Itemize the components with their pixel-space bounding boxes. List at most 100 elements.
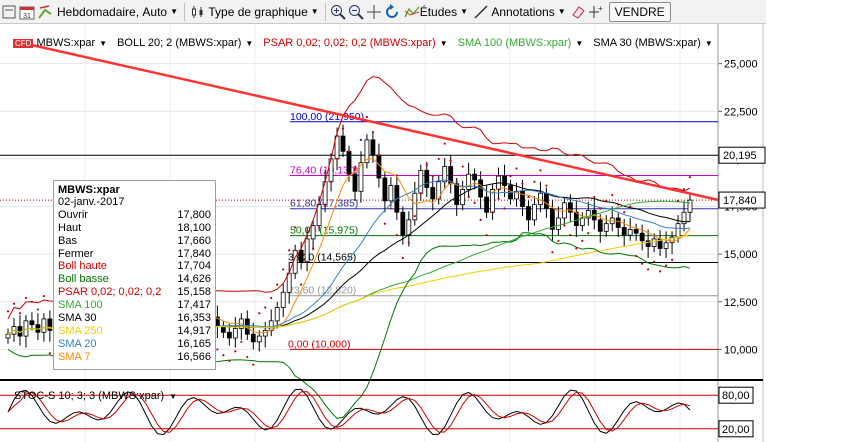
psar-dot: [467, 195, 470, 199]
candle: [298, 249, 304, 263]
chevron-down-icon: ▼: [575, 38, 584, 48]
psar-dot: [335, 157, 339, 161]
candle: [220, 326, 226, 333]
sma30-label: SMA 30 (MBWS:xpar): [593, 37, 701, 49]
candle: [262, 329, 268, 337]
psar-dot: [323, 203, 327, 206]
tooltip-row-label: PSAR 0,02; 0,02; 0,2: [58, 286, 162, 299]
psar-dot: [270, 296, 273, 300]
chart-type-label: Type de graphique: [208, 4, 308, 19]
candle: [651, 238, 657, 247]
tooltip-row-value: 17,704: [177, 260, 211, 273]
svg-text:+: +: [598, 4, 603, 13]
psar-legend-item[interactable]: PSAR 0,02; 0,02; 0,2 (MBWS:xpar) ▼: [263, 37, 447, 49]
psar-dot: [605, 199, 608, 202]
symbol-legend-item[interactable]: CFD MBWS:xpar ▼: [0, 37, 107, 49]
tooltip-row-value: 16,566: [177, 350, 211, 363]
candle: [274, 307, 280, 322]
candle: [615, 217, 621, 228]
psar-dot: [647, 268, 650, 271]
candle: [466, 173, 472, 190]
candle: [388, 185, 394, 202]
candle: [232, 328, 238, 339]
stochastic-label: STOC-S 10; 3; 3 (MBWS:xpar): [14, 390, 165, 402]
chevron-down-icon: ▼: [460, 7, 468, 16]
psar-dot: [42, 294, 45, 298]
tooltip-row: SMA 20 16,165: [58, 338, 211, 351]
psar-dot: [581, 239, 584, 242]
psar-dot: [252, 363, 255, 366]
stoch-badge-label: 80,00: [722, 390, 750, 402]
psar-dot: [515, 167, 518, 170]
psar-dot: [479, 218, 482, 221]
boll-legend-item[interactable]: BOLL 20; 2 (MBWS:xpar) ▼: [117, 37, 253, 49]
psar-label: PSAR 0,02; 0,02; 0,2 (MBWS:xpar): [263, 37, 436, 49]
chevron-down-icon: ▼: [310, 7, 319, 16]
crosshair-icon[interactable]: [365, 2, 383, 22]
psar-dot: [587, 232, 590, 235]
candle: [280, 291, 286, 308]
annotations-dropdown[interactable]: Annotations ▼: [471, 1, 569, 23]
tooltip-row: Ouvrir 17,800: [58, 209, 211, 222]
tooltip-row-label: SMA 30: [58, 312, 97, 325]
chart-type-dropdown[interactable]: Type de graphique ▼: [188, 1, 322, 23]
psar-dot: [635, 254, 638, 258]
candle: [627, 229, 633, 236]
candle: [544, 192, 549, 209]
tooltip-row: SMA 250 14,917: [58, 325, 211, 338]
zoom-out-icon[interactable]: [347, 2, 365, 22]
toolbar-divider: [184, 2, 186, 21]
psar-dot: [395, 234, 398, 237]
menu-icon[interactable]: [0, 2, 18, 22]
psar-dot: [24, 296, 28, 300]
candle: [555, 217, 561, 230]
psar-dot: [455, 180, 458, 183]
candle: [250, 333, 256, 343]
psar-dot: [419, 192, 422, 195]
studies-label: Études: [419, 4, 458, 19]
psar-dot: [276, 283, 279, 286]
crosshair-add-icon[interactable]: +: [587, 2, 605, 22]
axis-tick-label: 12,500: [724, 297, 758, 309]
psar-dot: [365, 115, 369, 119]
psar-dot: [347, 150, 351, 153]
candle: [675, 223, 681, 238]
psar-dot: [282, 268, 285, 271]
symbol-label: MBWS:xpar: [36, 37, 96, 49]
price-badge-label: 20,195: [723, 150, 757, 162]
psar-dot: [30, 300, 34, 303]
calendar-icon[interactable]: 31: [18, 2, 36, 22]
chevron-down-icon: ▼: [557, 7, 566, 16]
sell-button[interactable]: VENDRE: [608, 1, 671, 22]
fibonacci-label: 50,00 (15,975): [290, 225, 358, 237]
annotations-label: Annotations: [491, 4, 555, 19]
psar-dot: [575, 247, 578, 250]
tooltip-row-label: SMA 100: [58, 299, 103, 312]
psar-dot: [658, 270, 662, 273]
psar-dot: [485, 234, 488, 237]
sma100-legend-item[interactable]: SMA 100 (MBWS:xpar) ▼: [458, 37, 584, 49]
timeframe-label: Hebdomadaire,: [57, 4, 140, 19]
candle: [352, 173, 358, 192]
psar-dot: [329, 180, 333, 183]
candle: [346, 150, 352, 175]
studies-dropdown[interactable]: Études ▼: [401, 1, 471, 23]
drawing-tool-icon[interactable]: [36, 2, 54, 22]
tooltip-row: Fermer 17,840: [58, 248, 211, 261]
psar-dot: [670, 258, 674, 261]
axis-tick-label: 25,000: [724, 59, 758, 71]
stochastic-legend[interactable]: STOC-S 10; 3; 3 (MBWS:xpar) ▼: [14, 390, 177, 402]
tooltip-row: SMA 7 16,566: [58, 351, 211, 364]
psar-dot: [6, 310, 10, 313]
chevron-down-icon: ▼: [245, 38, 254, 48]
tooltip-row-value: 16,353: [177, 312, 211, 325]
sma30-legend-item[interactable]: SMA 30 (MBWS:xpar) ▼: [593, 37, 713, 49]
refresh-icon[interactable]: [383, 2, 401, 22]
candle: [41, 318, 47, 333]
tooltip-row-label: Boll haute: [58, 260, 107, 273]
tooltip-row-label: Haut: [58, 221, 82, 234]
eraser-icon[interactable]: [569, 2, 587, 22]
zoom-in-icon[interactable]: [329, 2, 347, 22]
timeframe-dropdown[interactable]: Hebdomadaire, Auto ▼: [54, 1, 181, 23]
candle: [597, 219, 603, 232]
